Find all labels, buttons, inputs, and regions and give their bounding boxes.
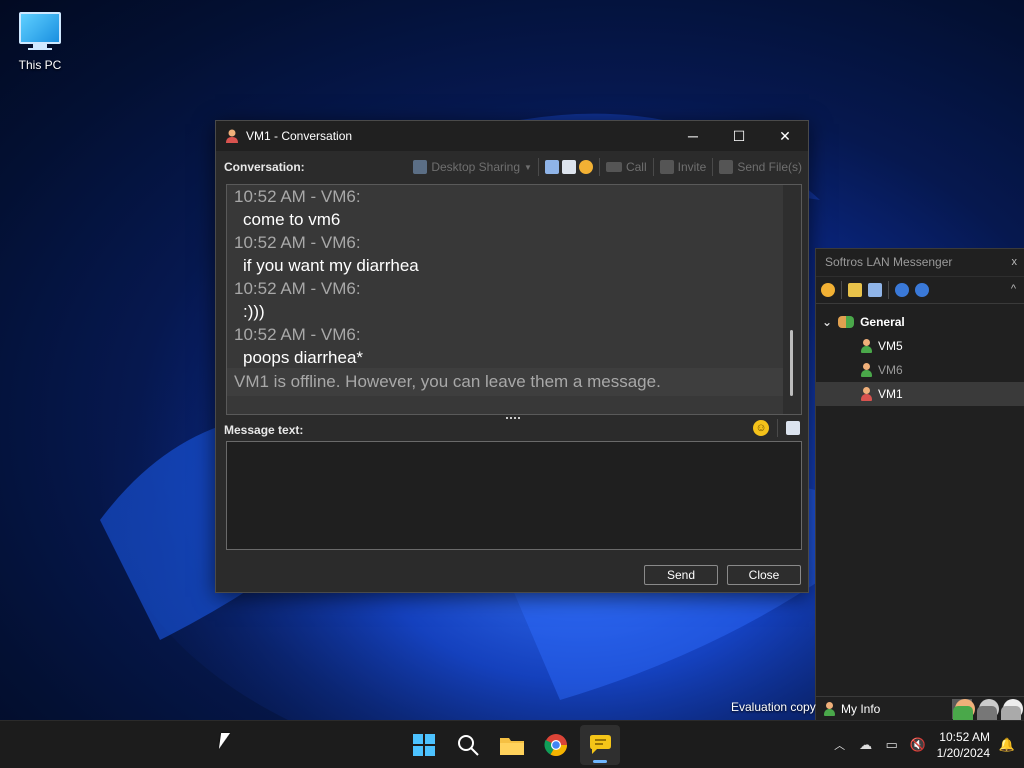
conversation-toolbar: Conversation: Desktop Sharing ▼ Call Inv… xyxy=(216,153,810,181)
panel-title: Softros LAN Messenger xyxy=(825,255,953,269)
desktop-sharing-button[interactable]: Desktop Sharing ▼ xyxy=(413,160,532,174)
message-header: 10:52 AM - VM6: xyxy=(234,279,361,298)
evaluation-copy-label: Evaluation copy xyxy=(731,700,816,714)
emoticon-icon[interactable]: ☺ xyxy=(753,420,769,436)
taskbar: ︿ ☁ ▭ 🔇 10:52 AM 1/20/2024 🔔 xyxy=(0,720,1024,768)
windows-logo-icon xyxy=(413,734,435,756)
message-text: :))) xyxy=(243,302,265,321)
chat-bubble-icon xyxy=(590,735,611,754)
onedrive-icon[interactable]: ☁ xyxy=(853,737,879,753)
start-button[interactable] xyxy=(404,725,444,765)
settings-icon[interactable] xyxy=(578,160,593,174)
send-button[interactable]: Send xyxy=(644,565,718,585)
message-item: 10:52 AM - VM6: poops diarrhea* xyxy=(227,323,801,369)
user-away-icon xyxy=(860,363,872,377)
message-header: 10:52 AM - VM6: xyxy=(234,187,361,206)
show-hidden-icons-button[interactable]: ︿ xyxy=(827,737,853,753)
title-bar[interactable]: VM1 - Conversation ─ ☐ ✕ xyxy=(216,121,808,151)
system-tray: ︿ ☁ ▭ 🔇 10:52 AM 1/20/2024 🔔 xyxy=(827,721,1024,768)
contact-vm5[interactable]: VM5 xyxy=(816,334,1024,358)
conversation-window: VM1 - Conversation ─ ☐ ✕ Conversation: D… xyxy=(215,120,809,593)
format-text-icon[interactable] xyxy=(786,421,800,435)
panel-header: Softros LAN Messenger x xyxy=(816,249,1024,276)
help-icon[interactable] xyxy=(895,283,909,297)
close-button[interactable]: ✕ xyxy=(762,121,808,151)
folder-icon xyxy=(500,738,524,755)
group-icon xyxy=(838,316,855,328)
my-status-icon xyxy=(823,701,835,716)
desktop-icon-label: This PC xyxy=(18,58,62,72)
message-text: come to vm6 xyxy=(243,210,341,229)
network-icon[interactable]: ▭ xyxy=(879,737,905,753)
search-icon xyxy=(458,735,479,756)
info-icon[interactable] xyxy=(915,283,929,297)
notification-bell-icon[interactable]: 🔔 xyxy=(998,737,1024,753)
volume-muted-icon[interactable]: 🔇 xyxy=(905,737,931,753)
user-online-icon xyxy=(860,339,872,353)
status-online-button[interactable] xyxy=(952,699,975,726)
search-button[interactable] xyxy=(448,725,488,765)
invite-users-icon xyxy=(659,160,674,174)
lan-messenger-panel: Softros LAN Messenger x ^ ⌄ General VM5 … xyxy=(815,248,1024,726)
clock-time: 10:52 AM xyxy=(939,730,990,744)
file-explorer-button[interactable] xyxy=(492,725,532,765)
message-item: 10:52 AM - VM6: :))) xyxy=(227,277,801,323)
softros-messenger-button[interactable] xyxy=(580,725,620,765)
history-scrollbar[interactable] xyxy=(783,185,801,414)
contact-vm6[interactable]: VM6 xyxy=(816,358,1024,382)
user-offline-icon xyxy=(226,129,238,143)
status-away-button[interactable] xyxy=(976,699,999,726)
message-header: 10:52 AM - VM6: xyxy=(234,325,361,344)
message-item: 10:52 AM - VM6: come to vm6 xyxy=(227,185,801,231)
monitor-icon xyxy=(19,12,61,44)
panel-close-button[interactable]: x xyxy=(1012,249,1018,276)
message-text-label: Message text: xyxy=(224,423,304,437)
save-conversation-icon[interactable] xyxy=(561,160,576,174)
my-info-bar: My Info xyxy=(816,696,1024,726)
status-busy-button[interactable] xyxy=(1000,699,1023,726)
message-input[interactable] xyxy=(226,441,802,550)
maximize-button[interactable]: ☐ xyxy=(716,121,762,151)
clock[interactable]: 10:52 AM 1/20/2024 xyxy=(931,729,998,761)
contact-name: VM6 xyxy=(878,363,903,377)
desktop-icon-this-pc[interactable]: This PC xyxy=(12,8,68,72)
chevron-down-icon: ▼ xyxy=(524,162,532,172)
desktop-sharing-icon xyxy=(413,160,428,174)
chrome-button[interactable] xyxy=(536,725,576,765)
offline-notice: VM1 is offline. However, you can leave t… xyxy=(227,368,783,396)
message-text: poops diarrhea* xyxy=(243,348,364,367)
send-files-button[interactable]: Send File(s) xyxy=(719,160,802,174)
camera-icon xyxy=(605,162,622,172)
contact-name: VM1 xyxy=(878,387,903,401)
conversation-history[interactable]: 10:52 AM - VM6: come to vm6 10:52 AM - V… xyxy=(226,184,802,415)
message-text: if you want my diarrhea xyxy=(243,256,419,275)
contact-tree: ⌄ General VM5 VM6 VM1 xyxy=(816,304,1024,406)
history-icon[interactable] xyxy=(544,160,559,174)
user-offline-icon xyxy=(860,387,872,401)
contact-vm1[interactable]: VM1 xyxy=(816,382,1024,406)
chrome-icon xyxy=(544,734,567,756)
my-info-button[interactable]: My Info xyxy=(841,702,880,716)
window-title: VM1 - Conversation xyxy=(246,129,353,143)
settings-icon[interactable] xyxy=(821,283,835,297)
conversation-label: Conversation: xyxy=(224,160,305,174)
open-folder-icon[interactable] xyxy=(848,283,862,297)
message-header: 10:52 AM - VM6: xyxy=(234,233,361,252)
invite-button[interactable]: Invite xyxy=(659,160,706,174)
close-conversation-button[interactable]: Close xyxy=(727,565,801,585)
panel-toolbar: ^ xyxy=(816,276,1024,304)
chevron-down-icon[interactable]: ⌄ xyxy=(822,315,832,329)
group-name: General xyxy=(860,315,905,329)
history-icon[interactable] xyxy=(868,283,882,297)
message-item: 10:52 AM - VM6: if you want my diarrhea xyxy=(227,231,801,277)
send-file-icon xyxy=(719,160,734,174)
collapse-toolbar-button[interactable]: ^ xyxy=(1011,283,1016,295)
group-general[interactable]: ⌄ General xyxy=(816,310,1024,334)
call-button[interactable]: Call xyxy=(605,160,647,174)
contact-name: VM5 xyxy=(878,339,903,353)
clock-date: 1/20/2024 xyxy=(936,746,990,760)
pane-splitter[interactable] xyxy=(506,417,520,420)
minimize-button[interactable]: ─ xyxy=(670,121,716,151)
